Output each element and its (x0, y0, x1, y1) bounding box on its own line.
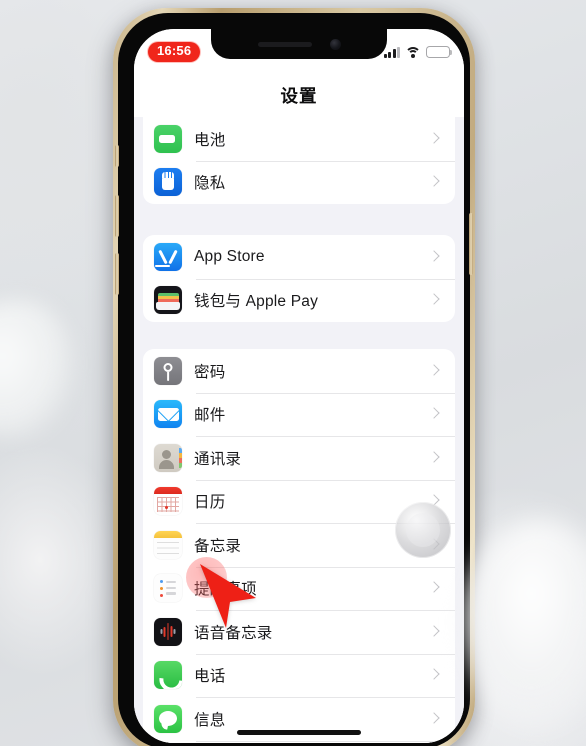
passwords-key-icon (154, 356, 182, 385)
screen-recording-time-pill[interactable]: 16:56 (148, 42, 201, 62)
chevron-right-icon (427, 624, 443, 640)
settings-row-privacy[interactable]: 隐私 (143, 160, 455, 205)
notes-icon (154, 530, 182, 559)
wifi-icon (405, 46, 421, 58)
phone-screen: 16:56 设置 电池 隐私 App Store 钱包与 Apple Pay 密… (134, 29, 464, 743)
earpiece-speaker (257, 41, 312, 47)
silent-switch[interactable] (115, 145, 119, 167)
settings-row-facetime[interactable]: FaceTime通话 (143, 740, 455, 744)
voice-memos-icon (154, 617, 182, 646)
privacy-hand-icon (154, 168, 182, 197)
device-bezel: 16:56 设置 电池 隐私 App Store 钱包与 Apple Pay 密… (115, 13, 473, 746)
settings-row-app-store[interactable]: App Store (143, 235, 455, 279)
row-label: 电池 (194, 131, 226, 149)
volume-down-button[interactable] (115, 253, 119, 295)
settings-row-wallet[interactable]: 钱包与 Apple Pay (143, 278, 455, 323)
chevron-right-icon (427, 174, 443, 190)
settings-group-1: 电池 隐私 (143, 117, 455, 204)
chevron-right-icon (427, 363, 443, 379)
scene-background: 16:56 设置 电池 隐私 App Store 钱包与 Apple Pay 密… (0, 0, 586, 746)
settings-row-mail[interactable]: 邮件 (143, 392, 455, 437)
calendar-icon (154, 487, 182, 516)
assistive-touch-button[interactable] (395, 502, 451, 558)
front-camera-icon (329, 38, 341, 50)
mail-icon (154, 400, 182, 429)
settings-row-voice-memos[interactable]: 语音备忘录 (143, 610, 455, 654)
status-bar-right-icons (383, 46, 453, 58)
settings-row-passwords[interactable]: 密码 (143, 349, 455, 393)
messages-icon (154, 704, 182, 733)
row-label: 日历 (194, 494, 226, 512)
reminders-icon (154, 574, 182, 603)
phone-icon (154, 661, 182, 690)
chevron-right-icon (427, 580, 443, 596)
page-title: 设置 (280, 85, 318, 106)
chevron-right-icon (427, 406, 443, 422)
row-label: App Store (194, 247, 265, 265)
row-label: 电话 (194, 668, 226, 686)
chevron-right-icon (427, 249, 443, 265)
cellular-signal-icon (383, 47, 400, 58)
settings-row-phone[interactable]: 电话 (143, 653, 455, 698)
settings-list[interactable]: 电池 隐私 App Store 钱包与 Apple Pay 密码 邮件 通讯录 … (134, 117, 464, 743)
chevron-right-icon (427, 292, 443, 308)
row-label: 隐私 (194, 175, 226, 193)
row-label: 提醒事项 (194, 581, 257, 599)
navigation-bar: 设置 (134, 73, 464, 117)
settings-row-battery[interactable]: 电池 (143, 117, 455, 161)
row-label: 备忘录 (194, 537, 242, 555)
chevron-right-icon (427, 450, 443, 466)
battery-app-icon (154, 124, 182, 153)
row-label: 钱包与 Apple Pay (194, 293, 319, 311)
wallet-icon (154, 286, 182, 315)
row-label: 信息 (194, 711, 226, 729)
settings-row-reminders[interactable]: 提醒事项 (143, 566, 455, 611)
notch (211, 29, 387, 59)
power-button[interactable] (469, 213, 473, 275)
contacts-icon (154, 443, 182, 472)
battery-icon (426, 46, 453, 58)
row-label: 通讯录 (194, 450, 242, 468)
iphone-device: 16:56 设置 电池 隐私 App Store 钱包与 Apple Pay 密… (113, 8, 475, 746)
volume-up-button[interactable] (115, 195, 119, 237)
row-label: 密码 (194, 363, 226, 381)
chevron-right-icon (427, 667, 443, 683)
chevron-right-icon (427, 711, 443, 727)
settings-group-2: App Store 钱包与 Apple Pay (143, 235, 455, 322)
row-label: 邮件 (194, 407, 226, 425)
row-label: 语音备忘录 (194, 624, 273, 642)
chevron-right-icon (427, 131, 443, 147)
app-store-icon (154, 242, 182, 271)
settings-row-contacts[interactable]: 通讯录 (143, 436, 455, 480)
home-indicator-bar[interactable] (237, 730, 361, 735)
